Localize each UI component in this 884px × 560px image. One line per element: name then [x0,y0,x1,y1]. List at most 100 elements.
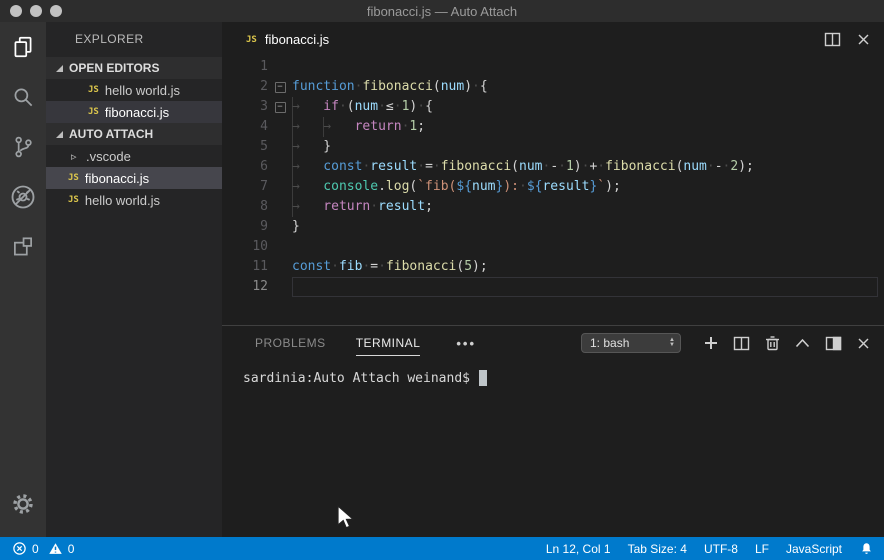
sidebar-title: EXPLORER [46,22,222,57]
status-item[interactable]: JavaScript [786,542,842,556]
gutter [268,217,292,237]
terminal-prompt: sardinia:Auto Attach weinand$ [243,371,470,386]
line-content [292,277,878,297]
line-number: 1 [222,57,268,77]
open-editor-item[interactable]: JShello world.js [46,79,222,101]
line-content: →return·result; [292,197,884,217]
status-item[interactable]: Tab Size: 4 [628,542,687,556]
bell-icon[interactable] [859,541,874,556]
problems-status[interactable]: 0 0 [8,541,74,556]
panel-tab-bar: PROBLEMS TERMINAL ••• 1: bash ▲▼ [222,326,884,360]
code-line: 10 [222,237,884,257]
code-line: 1 [222,57,884,77]
gutter [268,197,292,217]
js-file-icon: JS [68,195,79,205]
line-number: 6 [222,157,268,177]
editor-area[interactable]: JS fibonacci.js 12−function·fibonacci(nu… [222,22,884,325]
close-editor-icon[interactable] [857,33,870,46]
line-number: 12 [222,277,268,297]
line-number: 10 [222,237,268,257]
window-title: fibonacci.js — Auto Attach [0,4,884,19]
explorer-sidebar: EXPLORER OPEN EDITORS JShello world.jsJS… [46,22,222,537]
minimize-window-button[interactable] [30,5,42,17]
activity-source-control[interactable] [0,122,46,172]
line-number: 7 [222,177,268,197]
activity-extensions[interactable] [0,222,46,272]
status-item[interactable]: LF [755,542,769,556]
more-actions-icon[interactable]: ••• [456,336,476,351]
code-line: 5 →} [222,137,884,157]
panel-position-icon[interactable] [825,336,842,351]
bottom-panel: PROBLEMS TERMINAL ••• 1: bash ▲▼ [222,325,884,537]
line-content [292,57,884,77]
gutter [268,237,292,257]
split-editor-icon[interactable] [824,32,841,47]
activity-search[interactable] [0,72,46,122]
title-bar: fibonacci.js — Auto Attach [0,0,884,22]
fold-icon[interactable]: − [275,82,286,93]
line-number: 3 [222,97,268,117]
line-number: 8 [222,197,268,217]
code-line: 2−function·fibonacci(num)·{ [222,77,884,97]
folder-header[interactable]: AUTO ATTACH [46,123,222,145]
settings-button[interactable] [0,479,46,529]
code-line: 6 →const·result·=·fibonacci(num·-·1)·+·fi… [222,157,884,177]
line-content: →if·(num·≤·1)·{ [292,97,884,117]
code-line: 8 →return·result; [222,197,884,217]
js-file-icon: JS [246,35,257,45]
code-line: 12 [222,277,884,297]
maximize-panel-icon[interactable] [795,338,810,348]
terminal-content[interactable]: sardinia:Auto Attach weinand$ [222,360,884,537]
kill-terminal-icon[interactable] [765,335,780,351]
open-editors-header[interactable]: OPEN EDITORS [46,57,222,79]
terminal-shell-select[interactable]: 1: bash ▲▼ [581,333,681,353]
gutter [268,117,292,137]
panel-tab-problems[interactable]: PROBLEMS [255,326,326,360]
file-item[interactable]: JShello world.js [46,189,222,211]
status-bar: 0 0 Ln 12, Col 1 Tab Size: 4 UTF-8 LF JavaSc… [0,537,884,560]
close-window-button[interactable] [10,5,22,17]
line-number: 4 [222,117,268,137]
code-line: 3−→if·(num·≤·1)·{ [222,97,884,117]
gear-icon [11,492,35,516]
search-icon [10,84,36,110]
status-item[interactable]: UTF-8 [704,542,738,556]
activity-debug[interactable] [0,172,46,222]
line-content [292,237,884,257]
line-content: →const·result·=·fibonacci(num·-·1)·+·fib… [292,157,884,177]
editor-filename: fibonacci.js [265,32,329,47]
chevron-collapsed-icon: ▹ [71,150,80,163]
extensions-icon [10,234,36,260]
line-content: →} [292,137,884,157]
file-item[interactable]: JSfibonacci.js [46,167,222,189]
line-content: } [292,217,884,237]
zoom-window-button[interactable] [50,5,62,17]
status-item[interactable]: Ln 12, Col 1 [546,542,611,556]
line-number: 2 [222,77,268,97]
file-item[interactable]: ▹.vscode [46,145,222,167]
chevron-expanded-icon [56,131,63,138]
error-icon [12,541,27,556]
gutter: − [268,97,292,117]
code-line: 9} [222,217,884,237]
activity-explorer[interactable] [0,22,46,72]
panel-tab-terminal[interactable]: TERMINAL [356,326,421,360]
code-lines[interactable]: 12−function·fibonacci(num)·{3−→if·(num·≤… [222,57,884,297]
close-panel-icon[interactable] [857,337,870,350]
line-content: →console.log(`fib(${num}):·${result}`); [292,177,884,197]
open-editor-item[interactable]: JSfibonacci.js [46,101,222,123]
new-terminal-icon[interactable] [704,336,718,350]
warning-count: 0 [68,542,75,556]
terminal-cursor [479,370,487,386]
split-terminal-icon[interactable] [733,336,750,351]
line-number: 11 [222,257,268,277]
line-number: 5 [222,137,268,157]
source-control-icon [10,134,36,160]
line-content: →→return·1; [292,117,884,137]
code-line: 7 →console.log(`fib(${num}):·${result}`); [222,177,884,197]
select-arrows-icon: ▲▼ [669,338,675,348]
code-line: 4 →→return·1; [222,117,884,137]
line-content: const·fib·=·fibonacci(5); [292,257,884,277]
fold-icon[interactable]: − [275,102,286,113]
gutter [268,177,292,197]
